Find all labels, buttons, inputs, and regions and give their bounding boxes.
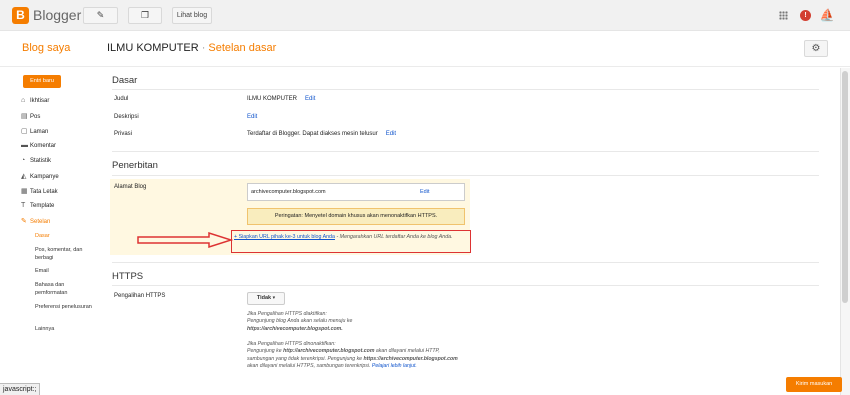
template-icon: T — [21, 202, 26, 209]
pages-icon: ▢ — [21, 128, 28, 135]
section-title-basic: Dasar — [112, 75, 138, 86]
posts-icon: ▤ — [21, 113, 28, 120]
https-on-url: https://archivecomputer.blogspot.com. — [247, 325, 343, 332]
browser-status-bar: javascript:; — [0, 383, 41, 395]
https-redirect-select[interactable]: Tidak ▾ — [247, 292, 285, 305]
avatar[interactable]: ⛵ — [818, 8, 836, 23]
sidebar-item-posts[interactable]: ▤ Pos — [21, 112, 40, 120]
sidebar-item-template[interactable]: T Template — [21, 202, 54, 209]
breadcrumb-blog-name[interactable]: ILMU KOMPUTER — [107, 42, 199, 54]
divider — [112, 151, 819, 152]
campaigns-icon: ◭ — [21, 173, 27, 180]
https-off-text: akan dilayani melalui HTTPS, sambungan t… — [247, 362, 372, 369]
pencil-icon: ✎ — [96, 10, 105, 20]
app-name[interactable]: Blogger — [33, 7, 81, 23]
section-title-publishing: Penerbitan — [112, 160, 158, 171]
new-post-pencil-button[interactable]: ✎ — [83, 7, 118, 24]
sidebar-subitem-email[interactable]: Email — [35, 267, 95, 275]
divider — [112, 89, 819, 90]
view-blog-button[interactable]: Lihat blog — [172, 7, 212, 24]
send-feedback-button[interactable]: Kirim masukan — [786, 377, 842, 392]
layout-icon: ▦ — [21, 188, 28, 195]
sidebar-item-label: Setelan — [30, 219, 51, 225]
my-blogs-link[interactable]: Blog saya — [22, 42, 70, 54]
edit-privacy-link[interactable]: Edit — [386, 131, 396, 137]
sidebar-item-stats[interactable]: ◔ Statistik — [21, 157, 51, 164]
description-row: Edit — [247, 114, 257, 120]
scrollbar-thumb[interactable] — [842, 71, 848, 303]
sidebar-item-label: Ikhtisar — [30, 98, 50, 104]
blog-address-field: archivecomputer.blogspot.com Edit — [247, 183, 465, 201]
posts-list-button[interactable]: ❐ — [128, 7, 162, 24]
sidebar-item-settings[interactable]: ✎ Setelan — [21, 217, 50, 225]
edit-title-link[interactable]: Edit — [305, 96, 315, 102]
apps-grid-icon[interactable] — [779, 11, 788, 20]
learn-more-link[interactable]: Pelajari lebih lanjut. — [372, 363, 417, 369]
https-off-text: Pengunjung ke — [247, 348, 284, 355]
settings-gear-button[interactable]: ⚙ — [804, 40, 828, 57]
stats-icon: ◔ — [21, 157, 26, 164]
https-on-help: Jika Pengalihan HTTPS diaktifkan: Pengun… — [247, 311, 467, 333]
wrench-icon: ✎ — [21, 218, 27, 225]
edit-blog-address-link[interactable]: Edit — [420, 184, 429, 200]
https-off-help: Jika Pengalihan HTTPS dinonaktifkan: Pen… — [247, 341, 467, 370]
divider — [112, 262, 819, 263]
sidebar-subitem-other[interactable]: Lainnya — [35, 325, 95, 333]
sidebar-item-overview[interactable]: ⌂ Ikhtisar — [21, 97, 49, 104]
privacy-row: Terdaftar di Blogger. Dapat diakses mesi… — [247, 131, 396, 137]
sidebar-item-campaigns[interactable]: ◭ Kampanye — [21, 172, 59, 180]
blog-title-value: ILMU KOMPUTER — [247, 96, 298, 102]
sidebar-subitem-posts-comments-sharing[interactable]: Pos, komentar, dan berbagi — [35, 246, 95, 262]
sidebar-item-label: Tata Letak — [30, 189, 58, 195]
blog-address-value: archivecomputer.blogspot.com — [251, 189, 326, 195]
notification-badge[interactable]: ! — [800, 10, 811, 21]
https-off-http-url: http://archivecomputer.blogspot.com — [283, 348, 375, 355]
breadcrumb: ILMU KOMPUTER · Setelan dasar — [107, 42, 276, 54]
edit-description-link[interactable]: Edit — [247, 114, 257, 120]
sidebar-item-label: Statistik — [30, 158, 52, 164]
sidebar-item-label: Kampanye — [30, 174, 59, 180]
title-row: ILMU KOMPUTER Edit — [247, 96, 315, 102]
setup-description: - Mengarahkan URL terdaftar Anda ke blog… — [334, 234, 453, 240]
divider — [112, 285, 819, 286]
gear-icon: ⚙ — [811, 43, 821, 54]
sidebar-item-pages[interactable]: ▢ Laman — [21, 127, 48, 135]
breadcrumb-separator: · — [201, 42, 206, 54]
annotation-arrow-icon — [137, 232, 233, 248]
setup-third-party-url-link[interactable]: + Siapkan URL pihak ke-3 untuk blog Anda — [234, 234, 335, 240]
https-on-title: Jika Pengalihan HTTPS diaktifkan: — [247, 311, 327, 317]
https-on-text: Pengunjung blog Anda akan selalu menuju … — [247, 318, 353, 325]
divider — [112, 175, 819, 176]
sidebar-item-label: Komentar — [30, 143, 57, 149]
privacy-label: Privasi — [114, 131, 133, 137]
blog-address-label: Alamat Blog — [114, 184, 147, 190]
privacy-value: Terdaftar di Blogger. Dapat diakses mesi… — [247, 131, 378, 137]
home-icon: ⌂ — [21, 97, 26, 104]
chevron-down-icon: ▾ — [272, 295, 276, 301]
third-party-url-setup: + Siapkan URL pihak ke-3 untuk blog Anda… — [234, 233, 470, 241]
breadcrumb-current-page: Setelan dasar — [208, 42, 277, 54]
section-title-https: HTTPS — [112, 271, 144, 282]
copy-icon: ❐ — [140, 10, 150, 20]
sidebar-subitem-basic[interactable]: Dasar — [35, 232, 95, 240]
sidebar-subitem-language-formatting[interactable]: Bahasa dan pemformatan — [35, 281, 95, 297]
https-redirect-label: Pengalihan HTTPS — [114, 293, 166, 299]
blogger-logo-icon[interactable]: B — [12, 7, 29, 24]
https-warning-message: Peringatan: Menyetel domain khusus akan … — [247, 208, 465, 225]
comments-icon: ▬ — [21, 142, 28, 149]
sidebar-item-label: Template — [30, 203, 55, 209]
https-redirect-value: Tidak — [256, 295, 272, 301]
sidebar-item-label: Pos — [30, 114, 41, 120]
https-off-title: Jika Pengalihan HTTPS dinonaktifkan: — [247, 341, 336, 347]
sidebar-subitem-search-preferences[interactable]: Preferensi penelusuran — [35, 303, 95, 311]
description-label: Deskripsi — [114, 114, 139, 120]
sidebar-item-comments[interactable]: ▬ Komentar — [21, 142, 56, 149]
sidebar-item-label: Laman — [30, 129, 49, 135]
https-off-https-url: https://archivecomputer.blogspot.com — [363, 355, 458, 362]
sidebar-item-layout[interactable]: ▦ Tata Letak — [21, 187, 58, 195]
title-label: Judul — [114, 96, 129, 102]
new-post-button[interactable]: Entri baru — [23, 75, 61, 88]
